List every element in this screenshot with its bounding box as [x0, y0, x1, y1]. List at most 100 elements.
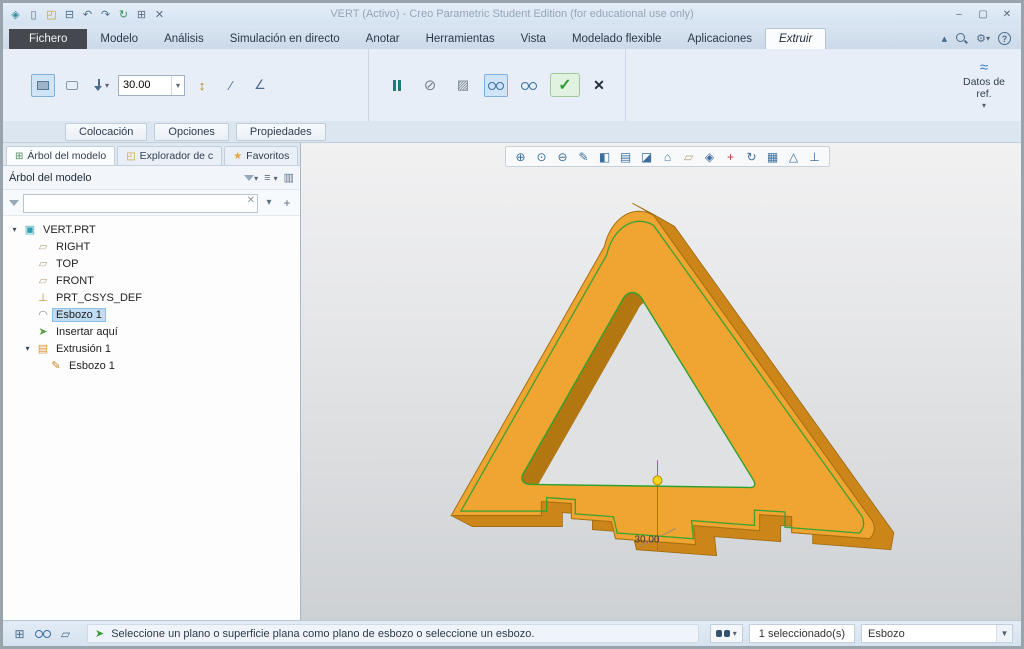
zoom-out-button[interactable]: ⊖ [553, 148, 572, 165]
tab-anotar[interactable]: Anotar [353, 29, 413, 49]
section-view-button[interactable]: ◪ [637, 148, 656, 165]
cancel-button[interactable]: ✕ [589, 73, 609, 97]
analysis-display-button[interactable]: ⊥ [805, 148, 824, 165]
tree-item-extrusión-1[interactable]: ▾ ▤ Extrusión 1 [3, 340, 300, 357]
reference-data-dropdown[interactable]: ≈ Datos de ref. ▾ [955, 58, 1013, 112]
glasses-icon [488, 81, 504, 90]
surface-icon [66, 80, 78, 90]
display-style-button[interactable]: ▤ [616, 148, 635, 165]
zoom-fit-button[interactable]: ⊙ [532, 148, 551, 165]
collapse-ribbon-button[interactable]: ▴ [942, 32, 948, 45]
panel-tab-label: Explorador de c [139, 150, 214, 162]
tab-análisis[interactable]: Análisis [151, 29, 217, 49]
panel-tab-árbol-del-modelo[interactable]: ⊞ Árbol del modelo [6, 146, 116, 165]
depth-dimension-value[interactable]: 30.00 [634, 535, 659, 546]
tree-item-insertar-aquí[interactable]: ➤ Insertar aquí [3, 323, 300, 340]
solid-toggle-button[interactable] [31, 73, 55, 97]
save-button[interactable]: ⊟ [61, 6, 78, 22]
list-options-icon[interactable]: ≡ ▾ [264, 172, 278, 184]
no-preview-button[interactable]: ⊘ [418, 74, 442, 97]
tab-extruir[interactable]: Extruir [765, 28, 827, 49]
tree-item-front[interactable]: ▱ FRONT [3, 272, 300, 289]
window-close-button[interactable]: ✕ [995, 6, 1019, 22]
columns-icon[interactable]: ▥ [284, 171, 294, 184]
dropdown-caret-icon: ▾ [732, 629, 737, 638]
plane-display-button[interactable]: ▱ [55, 625, 76, 643]
remove-material-button[interactable]: ∕ [219, 74, 243, 97]
saved-views-icon: ⌂ [663, 149, 672, 164]
view-rotate-button[interactable]: ↻ [742, 148, 761, 165]
depth-value-input[interactable] [119, 75, 171, 95]
expand-arrow-icon[interactable]: ▾ [22, 344, 33, 353]
redo-button[interactable]: ↷ [97, 6, 114, 22]
ok-button[interactable]: ✓ [550, 73, 580, 97]
windows-button[interactable]: ⊞ [133, 6, 150, 22]
depth-type-dropdown[interactable]: ▾ [89, 74, 113, 97]
tab-fichero[interactable]: Fichero [9, 29, 88, 49]
thicken-sketch-button[interactable]: ∠ [248, 74, 272, 97]
expand-arrow-icon[interactable]: ▾ [9, 225, 20, 234]
tree-item-right[interactable]: ▱ RIGHT [3, 238, 300, 255]
flip-direction-button[interactable]: ↕ [190, 74, 214, 97]
tree-item-vert-prt[interactable]: ▾ ▣ VERT.PRT [3, 221, 300, 238]
tab-modelado-flexible[interactable]: Modelado flexible [559, 29, 675, 49]
undo-button[interactable]: ↶ [79, 6, 96, 22]
tree-item-prt-csys-def[interactable]: ⊥ PRT_CSYS_DEF [3, 289, 300, 306]
preview-glasses-button[interactable] [32, 625, 53, 643]
panel-tab-favoritos[interactable]: ★ Favoritos [224, 146, 299, 165]
repaint-button[interactable]: ✎ [574, 148, 593, 165]
filter-icon[interactable]: ▾ [244, 172, 258, 184]
attached-preview-button[interactable] [484, 73, 508, 97]
pause-button[interactable] [385, 74, 409, 97]
clear-search-icon[interactable]: ✕ [247, 195, 255, 206]
tree-item-top[interactable]: ▱ TOP [3, 255, 300, 272]
dashboard-tab-colocación[interactable]: Colocación [65, 122, 148, 141]
datum-display-button[interactable]: ▱ [679, 148, 698, 165]
extrude-preview-geometry[interactable] [450, 202, 895, 557]
tree-item-label: TOP [56, 257, 79, 270]
regenerate-button[interactable]: ↻ [115, 6, 132, 22]
shaded-view-button[interactable]: ◧ [595, 148, 614, 165]
depth-value-dropdown[interactable]: ▾ [171, 75, 184, 95]
zoom-in-button[interactable]: ⊕ [511, 148, 530, 165]
verify-button[interactable]: ▨ [451, 74, 475, 97]
window-minimize-button[interactable]: – [947, 6, 971, 22]
dashboard-tab-opciones[interactable]: Opciones [154, 122, 229, 141]
zoom-in-icon: ⊕ [515, 149, 526, 164]
new-file-button[interactable]: ▯ [25, 6, 42, 22]
prompt-arrow-icon: ➤ [95, 628, 105, 640]
help-button[interactable]: ? [998, 32, 1011, 45]
panel-tab-label: Árbol del modelo [27, 150, 107, 162]
tab-aplicaciones[interactable]: Aplicaciones [674, 29, 765, 49]
search-button[interactable] [955, 32, 968, 45]
depth-drag-handle[interactable] [652, 475, 663, 486]
preview-button[interactable] [517, 74, 541, 97]
tab-simulación-en-directo[interactable]: Simulación en directo [217, 29, 353, 49]
tree-search-input[interactable] [23, 193, 258, 213]
dashboard-tab-propiedades[interactable]: Propiedades [235, 122, 326, 141]
tab-modelo[interactable]: Modelo [87, 29, 151, 49]
find-button[interactable]: ▾ [709, 624, 743, 643]
tree-item-esbozo-1[interactable]: ✎ Esbozo 1 [3, 357, 300, 374]
open-file-button[interactable]: ◰ [43, 6, 60, 22]
spin-center-button[interactable]: + [721, 148, 740, 165]
tree-item-esbozo-1[interactable]: ◠ Esbozo 1 [3, 306, 300, 323]
surface-toggle-button[interactable] [60, 74, 84, 97]
window-maximize-button[interactable]: ▢ [971, 6, 995, 22]
options-gear-button[interactable]: ⚙ ▾ [976, 32, 990, 45]
ribbon-tabs: Fichero Modelo Análisis Simulación en direc… [9, 28, 827, 49]
perspective-button[interactable]: △ [784, 148, 803, 165]
model-tree-toggle-button[interactable]: ⊞ [9, 625, 30, 643]
panel-tab-explorador-de-c[interactable]: ◰ Explorador de c [117, 146, 223, 165]
annotation-display-button[interactable]: ◈ [700, 148, 719, 165]
3d-viewport[interactable]: 30.00 [301, 143, 1021, 620]
add-filter-button[interactable]: + [280, 196, 294, 210]
tab-vista[interactable]: Vista [508, 29, 559, 49]
tab-herramientas[interactable]: Herramientas [413, 29, 508, 49]
close-window-button[interactable]: ✕ [151, 6, 168, 22]
selection-filter-dropdown[interactable]: Esbozo ▼ [861, 624, 1013, 643]
search-options-caret[interactable]: ▾ [262, 197, 276, 208]
view-manager-button[interactable]: ▦ [763, 148, 782, 165]
glasses-icon [521, 81, 537, 90]
saved-views-button[interactable]: ⌂ [658, 148, 677, 165]
